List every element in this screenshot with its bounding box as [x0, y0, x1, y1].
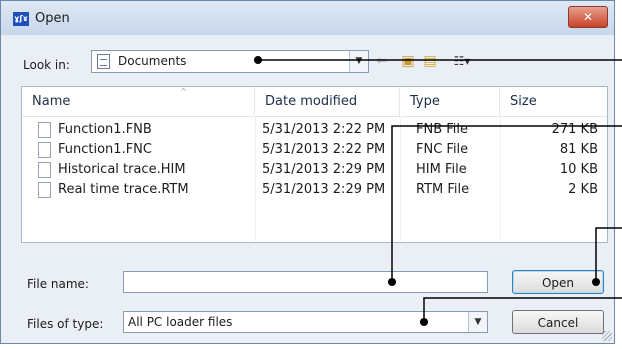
callout-line-file-list: [391, 125, 622, 282]
callout-line-open: [595, 227, 622, 282]
callout-dot: [254, 56, 262, 64]
callout-dot: [420, 318, 428, 326]
callout-lines: [254, 56, 622, 326]
callout-dot: [388, 278, 396, 286]
callout-dot: [592, 278, 600, 286]
callout-line-file-type: [423, 297, 622, 322]
